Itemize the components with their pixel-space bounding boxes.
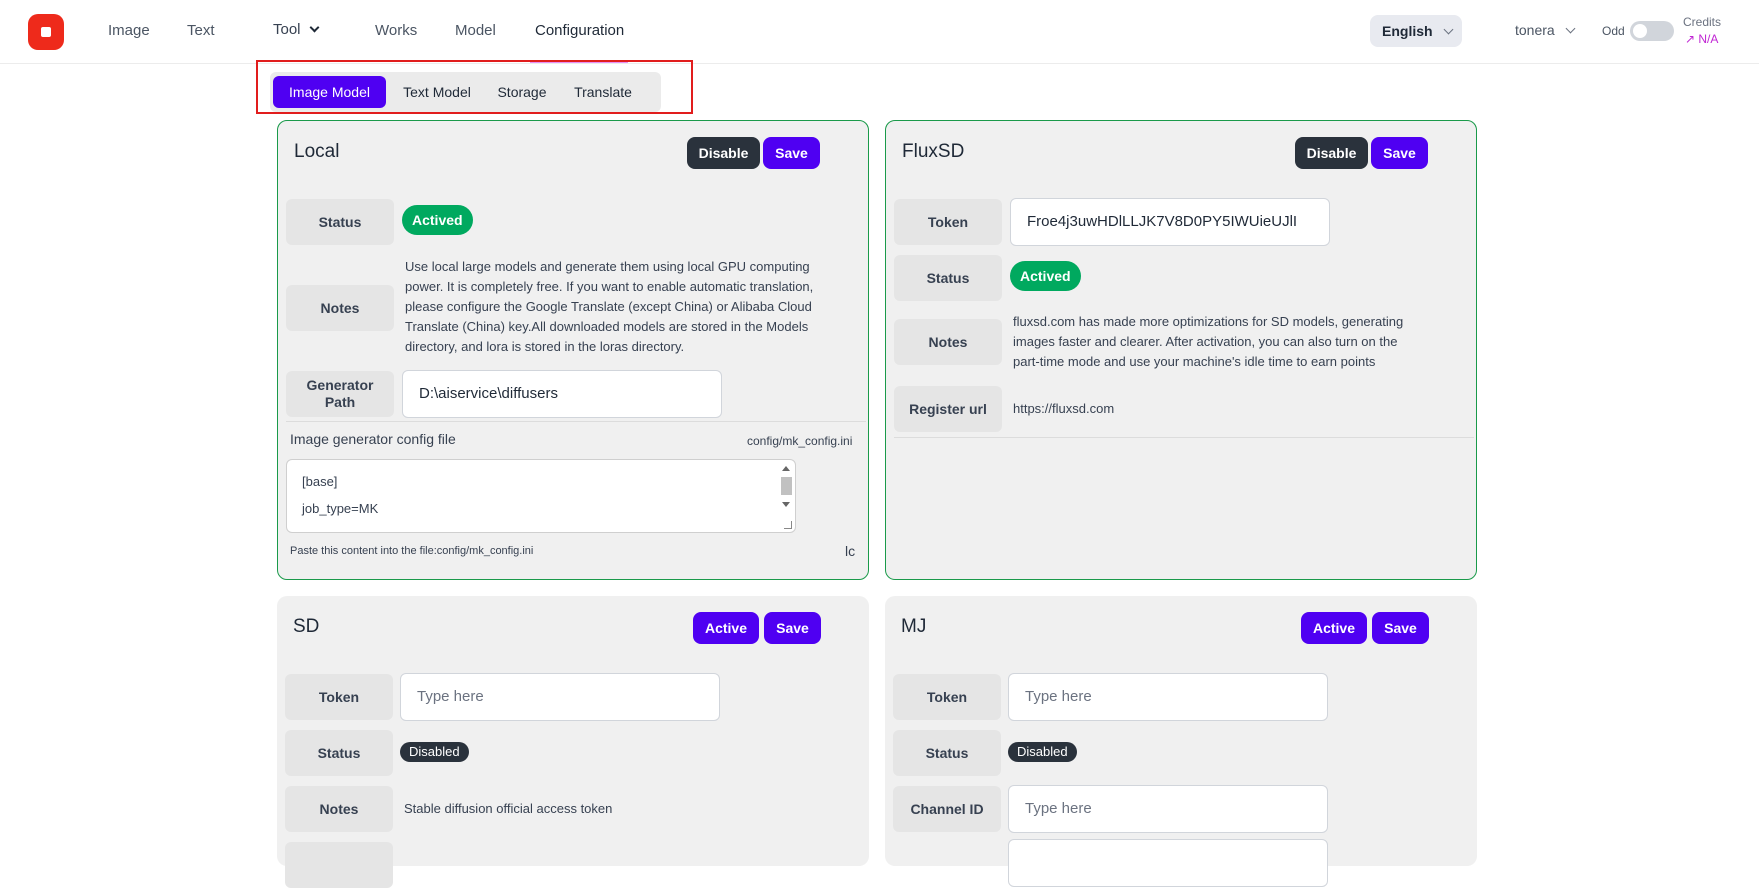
notes-line: images faster and clearer. After activat… — [1013, 334, 1398, 349]
token-input[interactable]: Type here — [400, 673, 720, 721]
tab-translate[interactable]: Translate — [562, 76, 644, 108]
active-button[interactable]: Active — [1301, 612, 1367, 644]
save-button[interactable]: Save — [763, 137, 820, 169]
copy-icon[interactable]: lc — [845, 543, 855, 559]
user-menu[interactable]: tonera — [1515, 22, 1576, 38]
config-textarea[interactable]: [base] job_type=MK — [286, 459, 796, 533]
tab-storage[interactable]: Storage — [486, 76, 558, 108]
token-label: Token — [894, 199, 1002, 245]
save-button[interactable]: Save — [1371, 137, 1428, 169]
notes-text: Use local large models and generate them… — [405, 257, 865, 357]
scroll-up-icon[interactable] — [782, 466, 790, 471]
textarea-scrollbar[interactable] — [779, 462, 793, 530]
chevron-down-icon — [1443, 24, 1454, 35]
fluxsd-model-card: FluxSD Disable Save Token Froe4j3uwHDlLL… — [885, 120, 1477, 580]
scroll-down-icon[interactable] — [782, 502, 790, 507]
channel-id-label: Channel ID — [893, 786, 1001, 832]
notes-line: fluxsd.com has made more optimizations f… — [1013, 314, 1404, 329]
sd-model-card: SD Active Save Token Type here Status Di… — [277, 596, 869, 888]
status-badge: Disabled — [1008, 742, 1077, 762]
token-label: Token — [893, 674, 1001, 720]
save-button[interactable]: Save — [764, 612, 821, 644]
config-line: job_type=MK — [302, 501, 379, 516]
credits-label: Credits — [1683, 15, 1722, 29]
nav-text[interactable]: Text — [187, 22, 215, 39]
card-title: Local — [294, 141, 340, 162]
status-badge: Actived — [1010, 261, 1081, 291]
username: tonera — [1515, 22, 1555, 38]
odd-mode-toggle[interactable] — [1630, 21, 1674, 41]
nav-model[interactable]: Model — [455, 22, 496, 39]
token-input[interactable]: Type here — [1008, 673, 1328, 721]
notes-line: directory, and lora is stored in the lor… — [405, 339, 685, 354]
nav-tool-label: Tool — [273, 21, 301, 38]
save-button[interactable]: Save — [1372, 612, 1429, 644]
card-title: SD — [293, 616, 320, 637]
tab-text-model[interactable]: Text Model — [391, 76, 483, 108]
card-title: FluxSD — [902, 141, 965, 162]
token-input[interactable]: Froe4j3uwHDlLLJK7V8D0PY5IWUieUJlI — [1010, 198, 1330, 246]
token-placeholder: Type here — [417, 688, 484, 705]
language-select[interactable]: English — [1370, 15, 1462, 47]
tab-image-model[interactable]: Image Model — [273, 76, 386, 108]
status-badge: Disabled — [400, 742, 469, 762]
config-tabs: Image Model Text Model Storage Translate — [270, 72, 661, 112]
divider — [286, 421, 866, 422]
token-placeholder: Type here — [1025, 688, 1092, 705]
config-file-label: Image generator config file — [290, 431, 456, 447]
top-navbar: Image Text Tool Works Model Configuratio… — [0, 0, 1759, 64]
odd-mode-label: Odd — [1602, 24, 1625, 38]
resize-handle-icon[interactable] — [784, 521, 792, 529]
token-label: Token — [285, 674, 393, 720]
notes-text: Stable diffusion official access token — [404, 801, 613, 816]
notes-label: Notes — [285, 786, 393, 832]
notes-line: please configure the Google Translate (e… — [405, 299, 812, 314]
channel-id-input[interactable]: Type here — [1008, 785, 1328, 833]
notes-line: Use local large models and generate them… — [405, 259, 810, 274]
disable-button[interactable]: Disable — [1295, 137, 1368, 169]
notes-line: Translate (China) key.All downloaded mod… — [405, 319, 809, 334]
local-model-card: Local Disable Save Status Actived Notes … — [277, 120, 869, 580]
paste-hint: Paste this content into the file:config/… — [290, 545, 534, 557]
disable-button[interactable]: Disable — [687, 137, 760, 169]
status-label: Status — [286, 199, 394, 245]
generator-path-label: Generator Path — [286, 371, 394, 417]
card-title: MJ — [901, 616, 927, 637]
notes-text: fluxsd.com has made more optimizations f… — [1013, 312, 1473, 372]
nav-works[interactable]: Works — [375, 22, 417, 39]
channel-id-placeholder: Type here — [1025, 800, 1092, 817]
active-button[interactable]: Active — [693, 612, 759, 644]
status-label: Status — [894, 255, 1002, 301]
status-label: Status — [893, 730, 1001, 776]
notes-line: power. It is completely free. If you wan… — [405, 279, 814, 294]
status-badge: Actived — [402, 205, 473, 235]
mj-model-card: MJ Active Save Token Type here Status Di… — [885, 596, 1477, 887]
next-row-label — [285, 842, 393, 888]
language-label: English — [1382, 23, 1433, 39]
credits-value[interactable]: ↗ N/A — [1685, 32, 1718, 46]
nav-tool-dropdown[interactable]: Tool — [273, 21, 319, 38]
divider — [894, 437, 1474, 438]
nav-image[interactable]: Image — [108, 22, 150, 39]
status-label: Status — [285, 730, 393, 776]
notes-label: Notes — [286, 285, 394, 331]
chevron-down-icon — [309, 22, 319, 33]
chevron-down-icon — [1565, 23, 1576, 34]
register-url-label: Register url — [894, 386, 1002, 432]
generator-path-input[interactable]: D:\aiservice\diffusers — [402, 370, 722, 418]
config-file-path: config/mk_config.ini — [747, 434, 853, 448]
register-url-link[interactable]: https://fluxsd.com — [1013, 401, 1114, 416]
notes-line: part-time mode and use your machine's id… — [1013, 354, 1376, 369]
config-line: [base] — [302, 474, 338, 489]
nav-configuration[interactable]: Configuration — [535, 22, 624, 39]
notes-label: Notes — [894, 319, 1002, 365]
scroll-thumb[interactable] — [781, 477, 792, 495]
app-logo-icon[interactable] — [28, 14, 64, 50]
next-input[interactable] — [1008, 839, 1328, 887]
